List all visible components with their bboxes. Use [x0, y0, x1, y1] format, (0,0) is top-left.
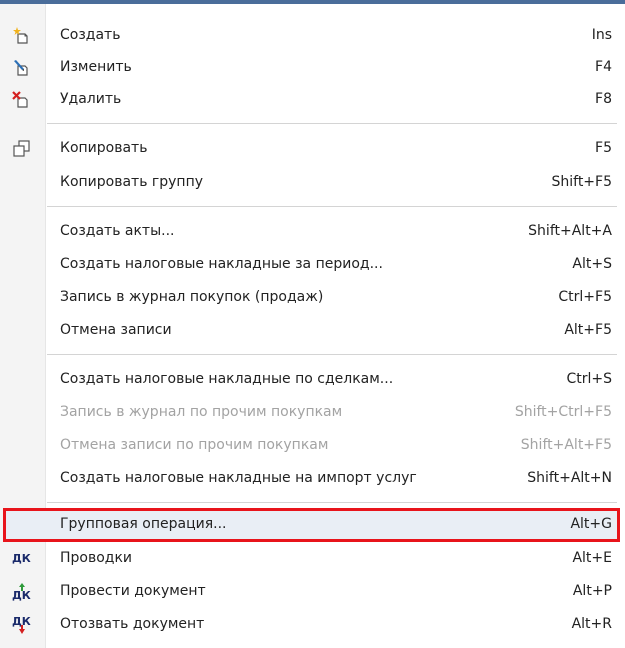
create-icon: [12, 26, 32, 46]
menu-separator: [47, 123, 617, 124]
dk-icon-text: ДК: [12, 552, 31, 565]
menu-item-copy[interactable]: Копировать F5: [0, 133, 625, 165]
menu-item-create-tax-invoices-deals[interactable]: Создать налоговые накладные по сделкам..…: [0, 364, 625, 396]
menu-item-record-purchase-journal[interactable]: Запись в журнал покупок (продаж) Ctrl+F5: [0, 282, 625, 314]
menu-item-shortcut: Alt+G: [570, 516, 612, 532]
menu-item-shortcut: Alt+R: [571, 616, 612, 632]
edit-icon: [12, 58, 32, 78]
menu-item-edit[interactable]: Изменить F4: [0, 52, 625, 84]
menu-item-shortcut: Shift+Ctrl+F5: [514, 404, 612, 420]
delete-icon: [12, 90, 32, 110]
menu-item-label: Копировать группу: [60, 174, 204, 190]
menu-item-label: Изменить: [60, 59, 132, 75]
menu-item-cancel-other-purchases[interactable]: Отмена записи по прочим покупкам Shift+A…: [0, 430, 625, 462]
menu-item-shortcut: F8: [595, 91, 612, 107]
copy-icon: [12, 139, 32, 159]
menu-item-label: Создать: [60, 27, 121, 43]
menu-item-shortcut: Ctrl+S: [566, 371, 612, 387]
menu-separator: [47, 502, 617, 503]
menu-item-label: Создать налоговые накладные на импорт ус…: [60, 470, 417, 486]
menu-item-shortcut: Ins: [591, 27, 612, 43]
menu-item-shortcut: Shift+Alt+F5: [520, 437, 612, 453]
menu-item-label: Отмена записи по прочим покупкам: [60, 437, 329, 453]
menu-item-group-operation[interactable]: Групповая операция... Alt+G: [0, 509, 625, 541]
menu-item-shortcut: Alt+S: [572, 256, 612, 272]
menu-item-revoke-document[interactable]: ДК Отозвать документ Alt+R: [0, 609, 625, 641]
menu-item-label: Создать налоговые накладные за период...: [60, 256, 383, 272]
menu-item-label: Запись в журнал по прочим покупкам: [60, 404, 343, 420]
menu-item-shortcut: Alt+E: [572, 550, 612, 566]
context-menu: Создать Ins Изменить F4 Удалить F8 Копир…: [0, 4, 625, 648]
menu-item-shortcut: Shift+Alt+N: [527, 470, 612, 486]
menu-item-label: Удалить: [60, 91, 122, 107]
menu-item-delete[interactable]: Удалить F8: [0, 84, 625, 116]
menu-item-shortcut: Alt+F5: [564, 322, 612, 338]
dk-revoke-icon: ДК: [12, 615, 32, 635]
menu-item-create[interactable]: Создать Ins: [0, 20, 625, 52]
dk-post-icon: ДК: [12, 582, 32, 602]
menu-item-copy-group[interactable]: Копировать группу Shift+F5: [0, 167, 625, 199]
menu-item-label: Провести документ: [60, 583, 206, 599]
menu-item-shortcut: Shift+F5: [551, 174, 612, 190]
menu-item-label: Запись в журнал покупок (продаж): [60, 289, 324, 305]
menu-separator: [47, 354, 617, 355]
menu-item-shortcut: Ctrl+F5: [558, 289, 612, 305]
menu-item-label: Групповая операция...: [60, 516, 227, 532]
menu-item-label: Копировать: [60, 140, 148, 156]
menu-item-shortcut: Shift+Alt+A: [528, 223, 612, 239]
menu-item-label: Отмена записи: [60, 322, 172, 338]
dk-icon: ДК: [12, 549, 32, 569]
menu-item-create-tax-invoices-import[interactable]: Создать налоговые накладные на импорт ус…: [0, 463, 625, 495]
menu-separator: [47, 206, 617, 207]
dk-post-icon-text: ДК: [12, 589, 31, 602]
menu-item-create-tax-invoices-period[interactable]: Создать налоговые накладные за период...…: [0, 249, 625, 281]
menu-item-label: Проводки: [60, 550, 133, 566]
menu-item-shortcut: Alt+P: [572, 583, 612, 599]
menu-item-label: Отозвать документ: [60, 616, 205, 632]
menu-item-label: Создать акты...: [60, 223, 175, 239]
menu-item-label: Создать налоговые накладные по сделкам..…: [60, 371, 394, 387]
menu-item-shortcut: F4: [595, 59, 612, 75]
menu-item-post-document[interactable]: ДК Провести документ Alt+P: [0, 576, 625, 608]
menu-item-cancel-record[interactable]: Отмена записи Alt+F5: [0, 315, 625, 347]
menu-item-shortcut: F5: [595, 140, 612, 156]
menu-item-postings[interactable]: ДК Проводки Alt+E: [0, 543, 625, 575]
menu-item-record-other-purchases[interactable]: Запись в журнал по прочим покупкам Shift…: [0, 397, 625, 429]
menu-item-create-acts[interactable]: Создать акты... Shift+Alt+A: [0, 216, 625, 248]
